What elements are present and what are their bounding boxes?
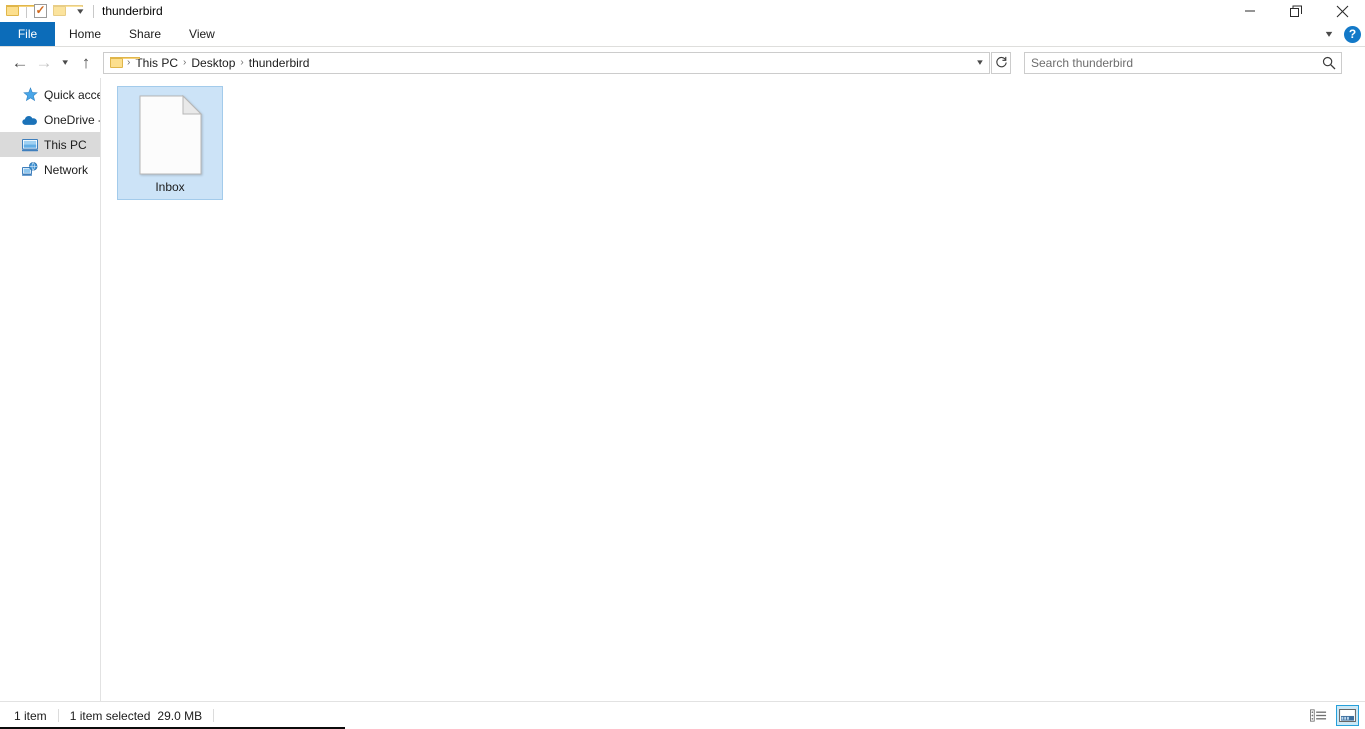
file-list-view[interactable]: Inbox [101, 78, 1365, 701]
minimize-button[interactable] [1227, 0, 1273, 22]
details-view-button[interactable] [1307, 705, 1330, 726]
address-bar[interactable]: › This PC › Desktop › thunderbird ▾ [103, 51, 992, 74]
tab-file[interactable]: File [0, 22, 55, 46]
list-item[interactable]: Inbox [117, 86, 223, 200]
sidebar-item-label: Network [44, 162, 89, 177]
breadcrumb: › This PC › Desktop › thunderbird [104, 53, 971, 73]
cloud-icon [22, 112, 38, 128]
quick-access-toolbar: ✓ ▾ thunderbird [0, 0, 163, 22]
window-title: thunderbird [102, 4, 163, 18]
sidebar-item-network[interactable]: Network [0, 157, 100, 182]
network-icon [22, 162, 38, 178]
chevron-down-icon[interactable]: ▾ [1320, 29, 1338, 40]
chevron-down-icon: ▾ [76, 5, 84, 16]
selection-size: 29.0 MB [157, 708, 203, 723]
back-button[interactable]: ← [8, 51, 32, 75]
sidebar-item-label: OneDrive - [44, 112, 100, 127]
title-bar: ✓ ▾ thunderbird [0, 0, 1365, 22]
help-button[interactable]: ? [1344, 25, 1361, 43]
properties-check-icon: ✓ [33, 3, 47, 18]
search-icon[interactable] [1317, 56, 1341, 70]
sidebar-item-label: Quick acce [44, 87, 100, 102]
qat-new-folder-button[interactable] [50, 1, 83, 21]
explorer-body: Quick acce OneDrive - This PC Network In… [0, 78, 1365, 701]
status-bar: 1 item 1 item selected 29.0 MB [0, 701, 1365, 729]
qat-properties-button[interactable]: ✓ [30, 1, 50, 21]
forward-button[interactable]: → [32, 51, 56, 75]
restore-icon [1289, 5, 1302, 17]
large-icons-view-icon [1339, 709, 1356, 722]
sidebar-item-this-pc[interactable]: This PC [0, 132, 100, 157]
status-divider [213, 709, 215, 722]
blank-document-icon [139, 94, 202, 175]
arrow-left-icon: ← [11, 53, 29, 72]
tab-home[interactable]: Home [55, 22, 115, 46]
refresh-button[interactable] [991, 51, 1011, 74]
folder-icon [6, 5, 36, 17]
sidebar-item-onedrive[interactable]: OneDrive - [0, 107, 100, 132]
sidebar-item-quick-access[interactable]: Quick acce [0, 82, 100, 107]
list-item-label: Inbox [155, 180, 185, 194]
status-divider [57, 709, 59, 722]
breadcrumb-item-thunderbird[interactable]: thunderbird [245, 56, 314, 70]
arrow-right-icon: → [35, 53, 53, 72]
address-toolbar: ← → ▾ ↑ › This PC › Desktop › thunderbir… [0, 47, 1365, 78]
item-count: 1 item [14, 708, 47, 723]
chevron-down-icon: ▾ [977, 57, 983, 67]
details-view-icon [1310, 709, 1327, 722]
search-input[interactable]: Search thunderbird [1025, 56, 1317, 70]
folder-icon [53, 5, 83, 17]
ribbon-tab-bar: File Home Share View ▾ ? [0, 22, 1365, 47]
qat-folder-properties-button[interactable] [3, 1, 36, 21]
file-explorer-window: ✓ ▾ thunderbird File Home Share View ▾ ?… [0, 0, 1365, 729]
close-button[interactable] [1319, 0, 1365, 22]
chevron-down-icon: ▾ [62, 57, 68, 67]
minimize-icon [1245, 10, 1255, 12]
qat-separator [93, 4, 94, 18]
qat-customize-button[interactable]: ▾ [70, 1, 90, 21]
breadcrumb-item-desktop[interactable]: Desktop [187, 56, 239, 70]
recent-locations-button[interactable]: ▾ [56, 51, 74, 75]
sidebar-item-label: This PC [44, 137, 87, 152]
arrow-up-icon: ↑ [81, 53, 91, 72]
selection-info: 1 item selected [69, 708, 151, 723]
search-box[interactable]: Search thunderbird [1024, 51, 1342, 74]
star-icon [22, 87, 38, 103]
ribbon-right-controls: ▾ ? [1322, 22, 1361, 46]
tab-share[interactable]: Share [115, 22, 175, 46]
monitor-icon [22, 137, 38, 153]
tab-view[interactable]: View [175, 22, 229, 46]
refresh-icon [995, 56, 1007, 68]
view-buttons [1307, 702, 1359, 729]
folder-icon [110, 56, 140, 69]
close-icon [1336, 5, 1348, 17]
address-dropdown-button[interactable]: ▾ [969, 53, 992, 73]
maximize-restore-button[interactable] [1273, 0, 1319, 22]
navigation-pane: Quick acce OneDrive - This PC Network [0, 78, 101, 701]
caption-buttons [1227, 0, 1365, 22]
up-button[interactable]: ↑ [74, 51, 98, 75]
large-icons-view-button[interactable] [1336, 705, 1359, 726]
